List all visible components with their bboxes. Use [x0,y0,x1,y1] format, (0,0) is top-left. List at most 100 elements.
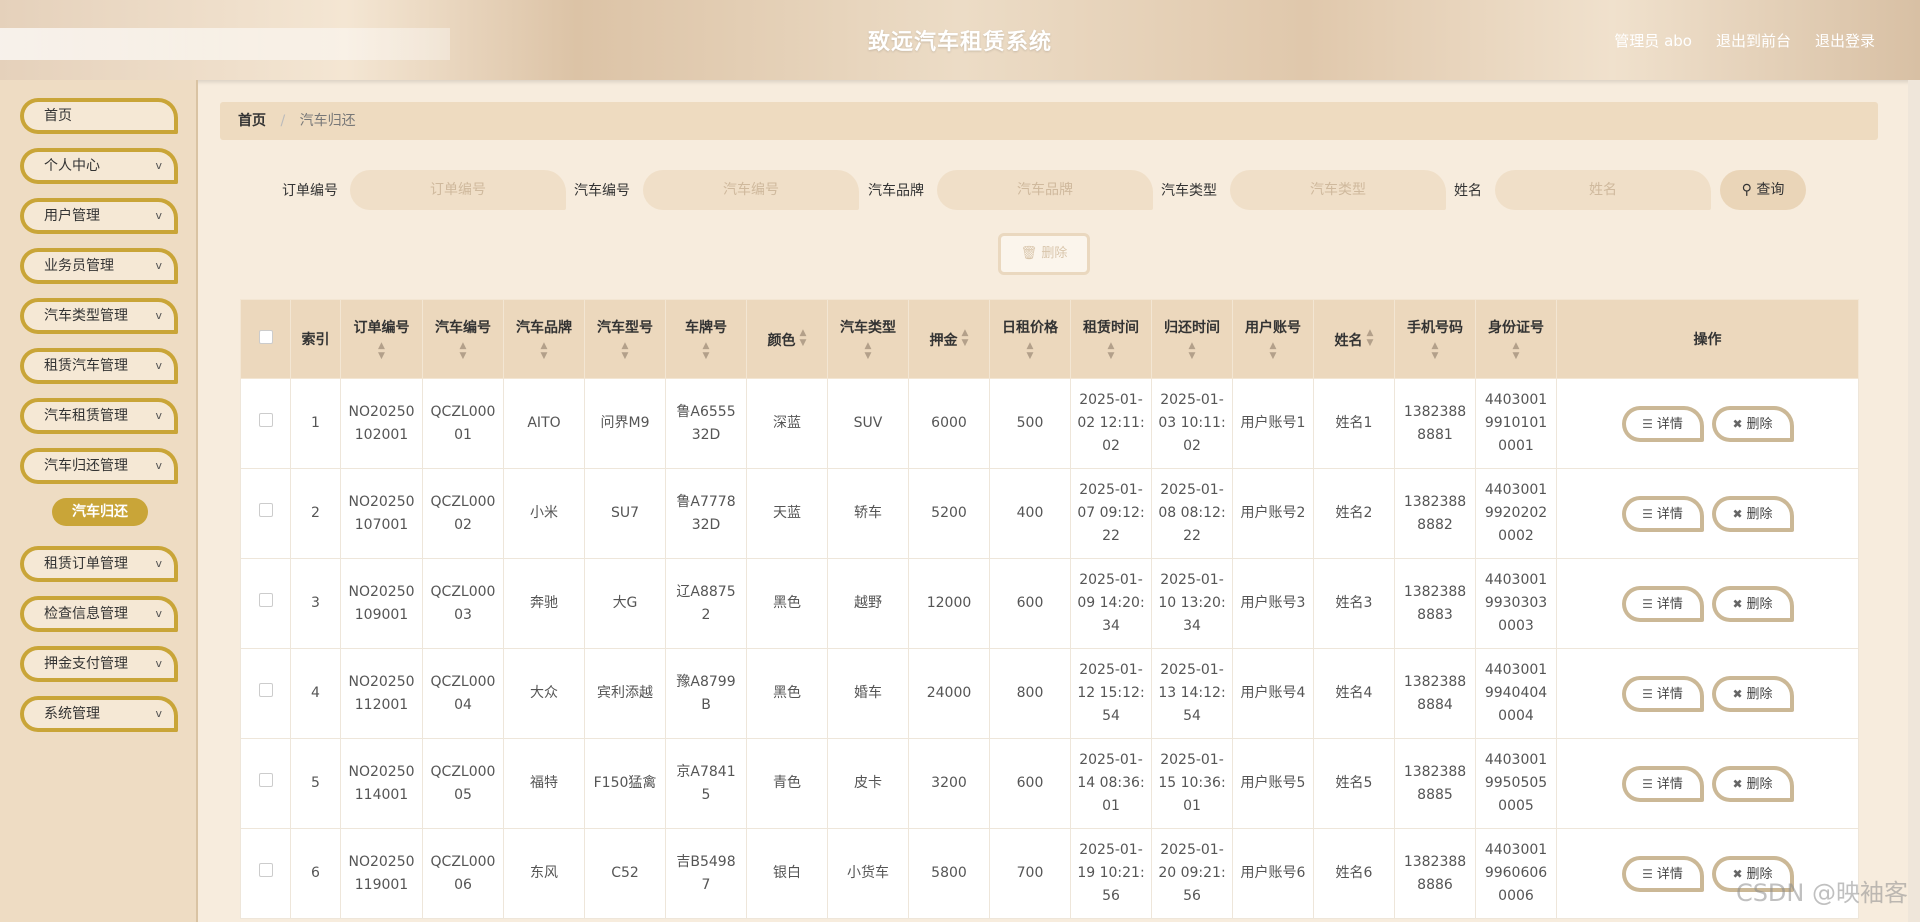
chevron-down-icon: v [155,657,162,670]
delete-button[interactable]: ✖ 删除 [1711,765,1794,802]
row-checkbox[interactable] [258,773,273,787]
column-header-14[interactable]: 手机号码 ▲ ▼ [1394,299,1476,379]
table-cell: 13823888883 [1394,558,1476,649]
admin-user-label[interactable]: 管理员 abo [1614,30,1692,51]
sidebar-subitem-car-return[interactable]: 汽车归还 [52,498,148,526]
sort-icon[interactable]: ▲ ▼ [504,341,584,361]
query-button[interactable]: ⚲ 查询 [1720,170,1806,210]
detail-button[interactable]: ☰ 详情 [1621,405,1704,442]
row-checkbox[interactable] [258,683,273,697]
sidebar-item-7[interactable]: 汽车归还管理 v [20,448,178,484]
delete-button[interactable]: ✖ 删除 [1711,405,1794,442]
sort-icon[interactable]: ▲ ▼ [1367,328,1374,348]
back-to-front-link[interactable]: 退出到前台 [1716,30,1791,51]
detail-button[interactable]: ☰ 详情 [1621,855,1704,892]
column-header-7[interactable]: 汽车类型 ▲ ▼ [827,299,909,379]
sort-icon[interactable]: ▲ ▼ [990,341,1070,361]
sort-icon[interactable]: ▲ ▼ [962,328,969,348]
bulk-delete-button[interactable]: 🗑 删除 [998,233,1090,275]
column-header-10[interactable]: 租赁时间 ▲ ▼ [1070,299,1152,379]
column-header-6[interactable]: 颜色 ▲ ▼ [746,299,828,379]
sidebar-item-1[interactable]: 个人中心 v [20,148,178,184]
bulk-delete-label: 删除 [1041,246,1068,261]
sidebar-item-11[interactable]: 系统管理 v [20,696,178,732]
column-header-label: 日租价格 [1002,320,1058,336]
sort-icon[interactable]: ▲ ▼ [800,328,807,348]
table-row: 3 NO20250109001 QCZL00003 奔驰 大G 辽A88752 黑色 越野 12… [240,558,1859,649]
sort-icon[interactable]: ▲ ▼ [1395,341,1475,361]
table-cell: 2025-01-19 10:21:56 [1070,828,1152,919]
sidebar-item-3[interactable]: 业务员管理 v [20,248,178,284]
detail-button[interactable]: ☰ 详情 [1621,675,1704,712]
query-button-label: 查询 [1756,182,1785,198]
column-header-label: 归还时间 [1164,320,1220,336]
search-label-name: 姓名 [1454,183,1482,199]
row-actions: ☰ 详情 ✖ 删除 [1556,558,1859,649]
sort-icon[interactable]: ▲ ▼ [666,341,746,361]
column-header-3[interactable]: 汽车品牌 ▲ ▼ [503,299,585,379]
table-cell: 天蓝 [746,468,828,559]
column-header-9[interactable]: 日租价格 ▲ ▼ [989,299,1071,379]
table-cell: 小米 [503,468,585,559]
sort-icon[interactable]: ▲ ▼ [1476,341,1556,361]
document-icon: ☰ [1642,686,1653,701]
sidebar-item-10[interactable]: 押金支付管理 v [20,646,178,682]
sidebar-item-label: 租赁订单管理 [44,556,128,572]
sidebar-item-9[interactable]: 检查信息管理 v [20,596,178,632]
row-checkbox[interactable] [258,413,273,427]
name-input[interactable] [1495,170,1711,210]
column-header-5[interactable]: 车牌号 ▲ ▼ [665,299,747,379]
car-type-input[interactable] [1230,170,1446,210]
delete-button[interactable]: ✖ 删除 [1711,495,1794,532]
column-header-11[interactable]: 归还时间 ▲ ▼ [1151,299,1233,379]
delete-button[interactable]: ✖ 删除 [1711,675,1794,712]
sort-icon[interactable]: ▲ ▼ [341,341,422,361]
sidebar-item-0[interactable]: 首页 [20,98,178,134]
table-cell: QCZL00001 [422,378,504,469]
sort-icon[interactable]: ▲ ▼ [1071,341,1151,361]
breadcrumb-home[interactable]: 首页 [238,113,266,129]
table-cell: 2025-01-07 09:12:22 [1070,468,1152,559]
column-header-13[interactable]: 姓名 ▲ ▼ [1313,299,1395,379]
column-header-12[interactable]: 用户账号 ▲ ▼ [1232,299,1314,379]
column-header-1[interactable]: 订单编号 ▲ ▼ [340,299,423,379]
sort-icon[interactable]: ▲ ▼ [585,341,665,361]
table-cell: QCZL00006 [422,828,504,919]
column-header-15[interactable]: 身份证号 ▲ ▼ [1475,299,1557,379]
trash-icon: ✖ [1732,686,1743,701]
sidebar-item-2[interactable]: 用户管理 v [20,198,178,234]
search-label-brand: 汽车品牌 [868,183,924,199]
sort-icon[interactable]: ▲ ▼ [423,341,503,361]
logout-link[interactable]: 退出登录 [1815,30,1875,51]
column-header-8[interactable]: 押金 ▲ ▼ [908,299,990,379]
select-all-checkbox[interactable] [258,330,273,344]
column-header-4[interactable]: 汽车型号 ▲ ▼ [584,299,666,379]
detail-button[interactable]: ☰ 详情 [1621,495,1704,532]
delete-button[interactable]: ✖ 删除 [1711,585,1794,622]
table-cell: 4 [290,648,341,739]
order-no-input[interactable] [350,170,566,210]
sort-icon[interactable]: ▲ ▼ [1233,341,1313,361]
column-header-2[interactable]: 汽车编号 ▲ ▼ [422,299,504,379]
sidebar-item-4[interactable]: 汽车类型管理 v [20,298,178,334]
table-cell: 越野 [827,558,909,649]
row-checkbox[interactable] [258,863,273,877]
column-header-label: 身份证号 [1488,320,1544,336]
brand-input[interactable] [937,170,1153,210]
sort-icon[interactable]: ▲ ▼ [828,341,908,361]
detail-button[interactable]: ☰ 详情 [1621,765,1704,802]
sidebar-item-8[interactable]: 租赁订单管理 v [20,546,178,582]
detail-button[interactable]: ☰ 详情 [1621,585,1704,622]
row-checkbox[interactable] [258,593,273,607]
row-checkbox[interactable] [258,503,273,517]
column-header-label: 订单编号 [353,320,410,336]
page-scrollbar[interactable] [1908,80,1920,922]
sidebar-item-label: 业务员管理 [44,258,114,274]
sidebar-item-label: 汽车归还管理 [44,458,128,474]
sidebar-item-5[interactable]: 租赁汽车管理 v [20,348,178,384]
sidebar-item-6[interactable]: 汽车租赁管理 v [20,398,178,434]
chevron-down-icon: v [155,607,162,620]
sort-icon[interactable]: ▲ ▼ [1152,341,1232,361]
car-no-input[interactable] [643,170,859,210]
row-actions: ☰ 详情 ✖ 删除 [1556,378,1859,469]
